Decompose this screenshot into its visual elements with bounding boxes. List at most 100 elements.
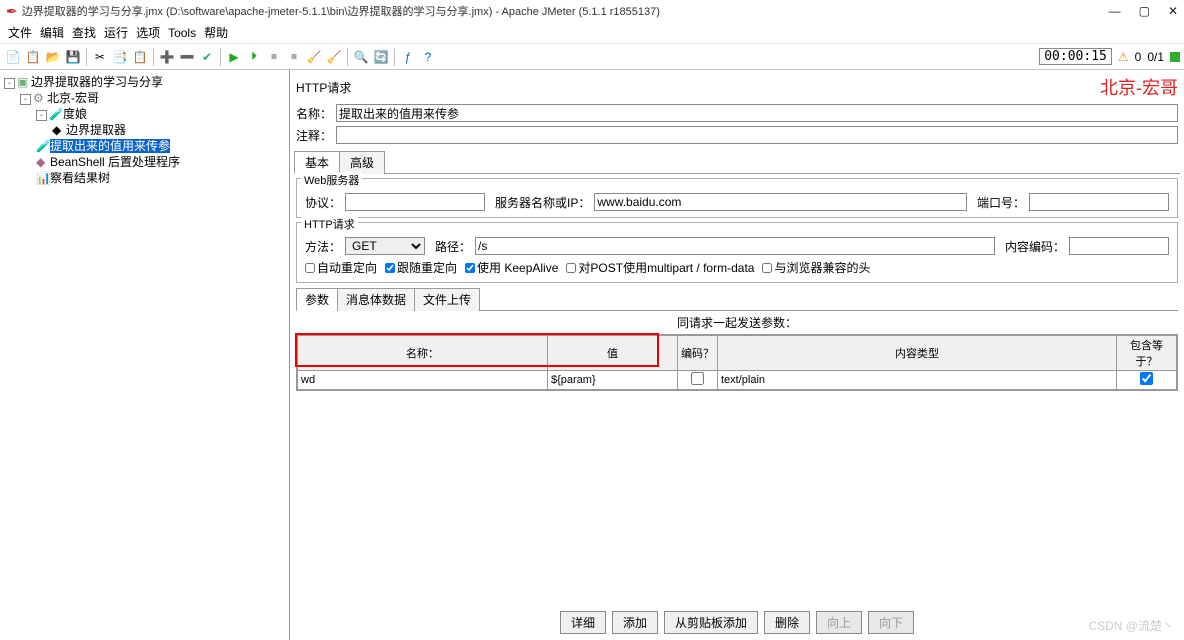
csdn-watermark: CSDN @流楚丶 <box>1088 617 1174 634</box>
clear-icon[interactable]: 🧹 <box>305 48 323 66</box>
tree-sampler-param[interactable]: 🧪提取出来的值用来传参 <box>2 138 287 154</box>
param-buttons: 详细 添加 从剪贴板添加 删除 向上 向下 <box>292 607 1182 638</box>
cb-keepalive[interactable]: 使用 KeepAlive <box>465 259 558 276</box>
method-select[interactable]: GET <box>345 237 425 255</box>
warning-count: 0 <box>1135 50 1142 64</box>
menu-run[interactable]: 运行 <box>102 24 130 41</box>
servername-label: 服务器名称或IP： <box>495 194 590 211</box>
cb-autoredirect[interactable]: 自动重定向 <box>305 259 377 276</box>
name-input[interactable] <box>336 104 1178 122</box>
stop-icon[interactable]: ⏹ <box>265 48 283 66</box>
toggle-icon[interactable]: ✔ <box>198 48 216 66</box>
close-button[interactable]: ✕ <box>1168 4 1178 18</box>
tab-basic[interactable]: 基本 <box>294 151 340 174</box>
shutdown-icon[interactable]: ⏹ <box>285 48 303 66</box>
expand-icon[interactable]: ➕ <box>158 48 176 66</box>
th-encode[interactable]: 编码？ <box>678 336 718 371</box>
path-label: 路径： <box>435 238 471 255</box>
title-bar: ✒ 边界提取器的学习与分享.jmx (D:\software\apache-jm… <box>0 0 1184 22</box>
param-row[interactable]: wd ${param} text/plain <box>298 371 1177 390</box>
open-icon[interactable]: 📂 <box>44 48 62 66</box>
method-label: 方法： <box>305 238 341 255</box>
app-icon: ✒ <box>6 3 18 20</box>
encoding-label: 内容编码： <box>1005 238 1065 255</box>
btn-down: 向下 <box>868 611 914 634</box>
th-include[interactable]: 包含等于？ <box>1117 336 1177 371</box>
cell-include[interactable] <box>1117 371 1177 390</box>
menu-tools[interactable]: Tools <box>166 26 198 40</box>
thread-status-icon <box>1170 52 1180 62</box>
servername-input[interactable] <box>594 193 967 211</box>
encoding-input[interactable] <box>1069 237 1169 255</box>
save-icon[interactable]: 💾 <box>64 48 82 66</box>
ptab-params[interactable]: 参数 <box>296 288 338 311</box>
th-value[interactable]: 值 <box>548 336 678 371</box>
cell-encode[interactable] <box>678 371 718 390</box>
btn-detail[interactable]: 详细 <box>560 611 606 634</box>
cb-browser[interactable]: 与浏览器兼容的头 <box>762 259 870 276</box>
menu-options[interactable]: 选项 <box>134 24 162 41</box>
cell-value[interactable]: ${param} <box>548 371 678 390</box>
protocol-label: 协议： <box>305 194 341 211</box>
port-label: 端口号： <box>977 194 1025 211</box>
tree-threadgroup[interactable]: -⚙北京-宏哥 <box>2 90 287 106</box>
comment-input[interactable] <box>336 126 1178 144</box>
params-label: 同请求一起发送参数： <box>292 311 1182 334</box>
template-icon[interactable]: 📋 <box>24 48 42 66</box>
comment-label: 注释： <box>296 127 332 144</box>
editor-panel: HTTP请求 北京-宏哥 名称： 注释： 基本 高级 Web服务器 协议： 服务… <box>290 70 1184 640</box>
cb-multipart[interactable]: 对POST使用multipart / form-data <box>566 259 754 276</box>
reset-search-icon[interactable]: 🔄 <box>372 48 390 66</box>
ptab-body[interactable]: 消息体数据 <box>337 288 415 311</box>
menu-file[interactable]: 文件 <box>6 24 34 41</box>
cell-ctype[interactable]: text/plain <box>718 371 1117 390</box>
cell-name[interactable]: wd <box>298 371 548 390</box>
function-icon[interactable]: ƒ <box>399 48 417 66</box>
httprequest-fieldset: HTTP请求 方法： GET 路径： 内容编码： 自动重定向 跟随重定向 使用 … <box>296 222 1178 283</box>
copy-icon[interactable]: 📑 <box>111 48 129 66</box>
elapsed-timer: 00:00:15 <box>1039 48 1112 65</box>
panel-title: HTTP请求 <box>296 79 351 96</box>
ptab-files[interactable]: 文件上传 <box>414 288 480 311</box>
clear-all-icon[interactable]: 🧹 <box>325 48 343 66</box>
port-input[interactable] <box>1029 193 1169 211</box>
menu-bar: 文件 编辑 查找 运行 选项 Tools 帮助 <box>0 22 1184 44</box>
menu-edit[interactable]: 编辑 <box>38 24 66 41</box>
btn-up: 向上 <box>816 611 862 634</box>
collapse-icon[interactable]: ➖ <box>178 48 196 66</box>
cut-icon[interactable]: ✂ <box>91 48 109 66</box>
start-noTimers-icon[interactable]: ⏵ <box>245 48 263 66</box>
start-icon[interactable]: ▶ <box>225 48 243 66</box>
menu-find[interactable]: 查找 <box>70 24 98 41</box>
warning-icon[interactable]: ⚠ <box>1118 50 1129 64</box>
new-icon[interactable]: 📄 <box>4 48 22 66</box>
path-input[interactable] <box>475 237 995 255</box>
tree-beanshell[interactable]: ◆BeanShell 后置处理程序 <box>2 154 287 170</box>
paste-icon[interactable]: 📋 <box>131 48 149 66</box>
protocol-input[interactable] <box>345 193 485 211</box>
tab-advanced[interactable]: 高级 <box>339 151 385 174</box>
btn-clipboard[interactable]: 从剪贴板添加 <box>664 611 758 634</box>
tree-boundary-extractor[interactable]: ◆边界提取器 <box>2 122 287 138</box>
th-name[interactable]: 名称： <box>298 336 548 371</box>
toolbar: 📄 📋 📂 💾 ✂ 📑 📋 ➕ ➖ ✔ ▶ ⏵ ⏹ ⏹ 🧹 🧹 🔍 🔄 ƒ ? … <box>0 44 1184 70</box>
window-title: 边界提取器的学习与分享.jmx (D:\software\apache-jmet… <box>22 3 660 19</box>
maximize-button[interactable]: ▢ <box>1139 4 1150 18</box>
webserver-fieldset: Web服务器 协议： 服务器名称或IP： 端口号： <box>296 178 1178 218</box>
watermark-text: 北京-宏哥 <box>1100 74 1178 100</box>
name-label: 名称： <box>296 105 332 122</box>
tree-sampler-baidu[interactable]: -🧪度娘 <box>2 106 287 122</box>
test-plan-tree[interactable]: -▣边界提取器的学习与分享 -⚙北京-宏哥 -🧪度娘 ◆边界提取器 🧪提取出来的… <box>0 70 290 640</box>
menu-help[interactable]: 帮助 <box>202 24 230 41</box>
help-icon[interactable]: ? <box>419 48 437 66</box>
minimize-button[interactable]: — <box>1109 4 1121 18</box>
tree-results-tree[interactable]: 📊察看结果树 <box>2 170 287 186</box>
search-icon[interactable]: 🔍 <box>352 48 370 66</box>
btn-add[interactable]: 添加 <box>612 611 658 634</box>
cb-followredirect[interactable]: 跟随重定向 <box>385 259 457 276</box>
th-ctype[interactable]: 内容类型 <box>718 336 1117 371</box>
btn-delete[interactable]: 删除 <box>764 611 810 634</box>
thread-count: 0/1 <box>1147 50 1164 64</box>
params-table[interactable]: 名称： 值 编码？ 内容类型 包含等于？ wd ${param} text/pl… <box>296 334 1178 391</box>
tree-root[interactable]: -▣边界提取器的学习与分享 <box>2 74 287 90</box>
